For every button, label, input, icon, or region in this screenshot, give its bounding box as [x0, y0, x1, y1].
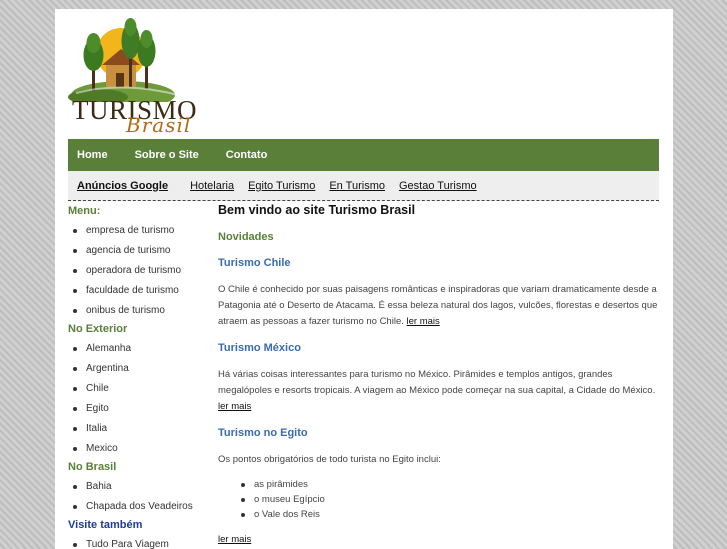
main-nav: Home Sobre o Site Contato: [68, 139, 659, 171]
list-item: o Vale dos Reis: [232, 507, 660, 522]
article-title-egito[interactable]: Turismo no Egito: [218, 427, 660, 439]
read-more-link[interactable]: ler mais: [218, 534, 251, 545]
ad-link-egito-turismo[interactable]: Egito Turismo: [248, 180, 315, 192]
sidebar-heading-menu: Menu:: [68, 205, 101, 217]
sidebar: Menu: empresa de turismo agencia de turi…: [68, 203, 208, 549]
article-title-mexico[interactable]: Turismo México: [218, 342, 660, 354]
main-content: Bem vindo ao site Turismo Brasil Novidad…: [218, 203, 660, 549]
article-title-chile[interactable]: Turismo Chile: [218, 257, 660, 269]
article-text-egito: Os pontos obrigatórios de todo turista n…: [218, 454, 441, 465]
nav-sobre[interactable]: Sobre o Site: [135, 149, 199, 161]
house-trees-sun-icon: [68, 18, 179, 102]
page-container: TURISMO Brasil Home Sobre o Site Contato…: [55, 9, 673, 549]
sidebar-item[interactable]: Alemanha: [68, 339, 208, 359]
sidebar-item[interactable]: faculdade de turismo: [68, 281, 208, 301]
sidebar-item[interactable]: operadora de turismo: [68, 261, 208, 281]
sidebar-heading-exterior: No Exterior: [68, 323, 128, 335]
ad-link-gestao-turismo[interactable]: Gestao Turismo: [399, 180, 477, 192]
list-item: o museu Egípcio: [232, 492, 660, 507]
article-more-egito: ler mais: [218, 532, 660, 548]
article-body: Há várias coisas interessantes para turi…: [218, 369, 656, 396]
sidebar-item[interactable]: empresa de turismo: [68, 221, 208, 241]
sidebar-item[interactable]: Egito: [68, 399, 208, 419]
nav-home[interactable]: Home: [77, 149, 108, 161]
sidebar-menu-list: empresa de turismo agencia de turismo op…: [68, 221, 208, 321]
sidebar-item[interactable]: Chile: [68, 379, 208, 399]
article-text-mexico: Há várias coisas interessantes para turi…: [218, 367, 660, 415]
read-more-link[interactable]: ler mais: [407, 316, 440, 327]
sidebar-item[interactable]: onibus de turismo: [68, 301, 208, 321]
list-item: as pirâmides: [232, 477, 660, 492]
article-text-chile: O Chile é conhecido por suas paisagens r…: [218, 282, 660, 330]
page-title: Bem vindo ao site Turismo Brasil: [218, 203, 416, 217]
sidebar-item[interactable]: Chapada dos Veadeiros: [68, 497, 208, 517]
sidebar-item[interactable]: Tudo Para Viagem: [68, 535, 208, 549]
sidebar-item[interactable]: agencia de turismo: [68, 241, 208, 261]
sidebar-item[interactable]: Mexico: [68, 439, 208, 459]
logo-script-text: Brasil: [126, 113, 192, 137]
sidebar-heading-brasil: No Brasil: [68, 461, 117, 473]
sidebar-item[interactable]: Bahia: [68, 477, 208, 497]
ads-bar: Anúncios Google Hotelaria Egito Turismo …: [68, 171, 659, 201]
sidebar-exterior-list: Alemanha Argentina Chile Egito Italia Me…: [68, 339, 208, 459]
sidebar-visite-list: Tudo Para Viagem: [68, 535, 208, 549]
ad-link-hotelaria[interactable]: Hotelaria: [190, 180, 234, 192]
egito-list: as pirâmides o museu Egípcio o Vale dos …: [232, 477, 660, 522]
sidebar-heading-visite: Visite também: [68, 519, 143, 531]
site-logo[interactable]: TURISMO Brasil: [68, 17, 208, 139]
read-more-link[interactable]: ler mais: [218, 401, 251, 412]
nav-contato[interactable]: Contato: [226, 149, 268, 161]
ads-title[interactable]: Anúncios Google: [77, 180, 168, 192]
ad-link-en-turismo[interactable]: En Turismo: [329, 180, 385, 192]
sidebar-item[interactable]: Argentina: [68, 359, 208, 379]
section-heading-novidades: Novidades: [218, 231, 274, 243]
sidebar-brasil-list: Bahia Chapada dos Veadeiros: [68, 477, 208, 517]
sidebar-item[interactable]: Italia: [68, 419, 208, 439]
